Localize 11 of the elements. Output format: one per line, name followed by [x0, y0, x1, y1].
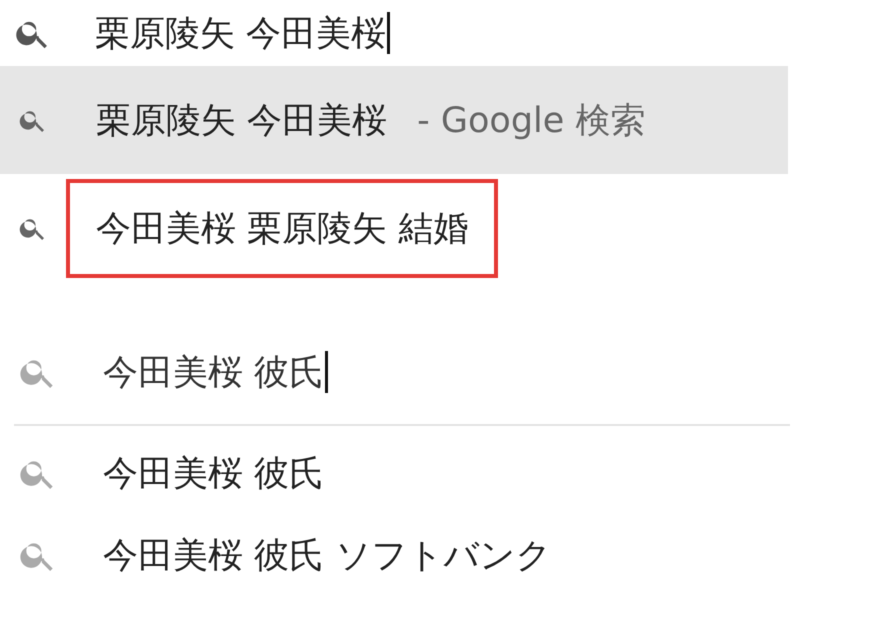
suggestion-text: 今田美桜 栗原陵矢 結婚 — [66, 178, 498, 278]
suggestion-text: 今田美桜 彼氏 — [103, 452, 324, 496]
suggestion-text: 今田美桜 彼氏 ソフトバンク — [103, 534, 552, 578]
search-field[interactable]: 今田美桜 彼氏 — [103, 350, 328, 394]
search-field[interactable]: 栗原陵矢 今田美桜 — [95, 11, 390, 55]
suggestion-item[interactable]: 今田美桜 彼氏 ソフトバンク — [0, 514, 790, 596]
suggestion-text: 栗原陵矢 今田美桜 — [95, 100, 388, 142]
suggestion-suffix: - Google 検索 — [417, 100, 646, 142]
suggestion-item[interactable]: 今田美桜 栗原陵矢 結婚 — [0, 174, 788, 282]
suggestion-item[interactable]: 今田美桜 彼氏 — [0, 432, 790, 514]
suggestion-item[interactable]: 栗原陵矢 今田美桜 - Google 検索 — [0, 66, 788, 174]
